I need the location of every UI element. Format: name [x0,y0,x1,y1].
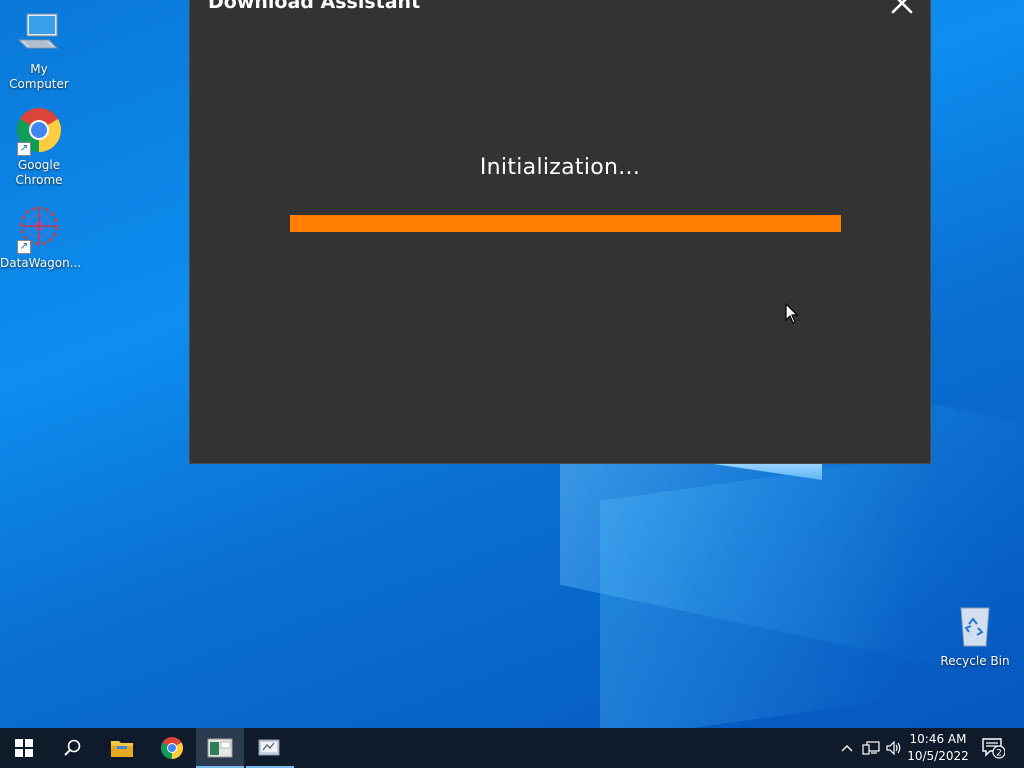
status-text: Initialization... [479,155,641,180]
network-icon[interactable] [860,728,882,768]
shortcut-arrow-icon: ↗ [17,142,31,156]
desktop-icon-recycle-bin[interactable]: Recycle Bin [936,602,1014,669]
notifications-icon[interactable]: 2 [978,728,1008,768]
progress-bar-fill [290,215,841,232]
desktop-icon-datawagon[interactable]: ↗ DataWagon... [0,204,82,271]
desktop-icon-label: Recycle Bin [940,654,1010,668]
clock-date: 10/5/2022 [907,749,969,763]
chrome-icon: ↗ [15,106,63,156]
download-assistant-dialog: Download Assistant Initialization... [189,0,931,464]
taskbar-clock[interactable]: 10:46 AM 10/5/2022 [905,731,971,765]
volume-icon[interactable] [884,728,904,768]
app-window-icon[interactable] [196,728,244,768]
clock-time: 10:46 AM [909,732,967,746]
recycle-bin-icon [951,602,999,650]
chevron-up-icon[interactable] [838,728,856,768]
desktop-icon-google-chrome[interactable]: ↗ Google Chrome [0,106,78,188]
dialog-title: Download Assistant [208,0,421,13]
computer-icon [15,10,63,58]
close-icon[interactable] [890,0,914,15]
desktop-icon-my-computer[interactable]: My Computer [0,10,78,92]
search-icon[interactable] [48,728,96,768]
taskbar: 10:46 AM 10/5/2022 2 [0,728,1024,768]
notification-count: 2 [996,749,1002,759]
desktop-icon-label: DataWagon... [0,256,82,270]
desktop-icon-label: Google Chrome [15,158,63,187]
desktop: My Computer ↗ Google Chrome ↗ DataWagon.… [0,0,1024,728]
chrome-icon[interactable] [148,728,196,768]
datawagon-icon: ↗ [15,204,63,254]
progress-bar [290,215,841,232]
file-explorer-icon[interactable] [98,728,146,768]
start-icon[interactable] [0,728,48,768]
desktop-icon-label: My Computer [9,62,69,91]
shortcut-arrow-icon: ↗ [17,240,31,254]
download-assistant-icon[interactable] [246,728,294,768]
mouse-cursor-icon [785,303,799,324]
